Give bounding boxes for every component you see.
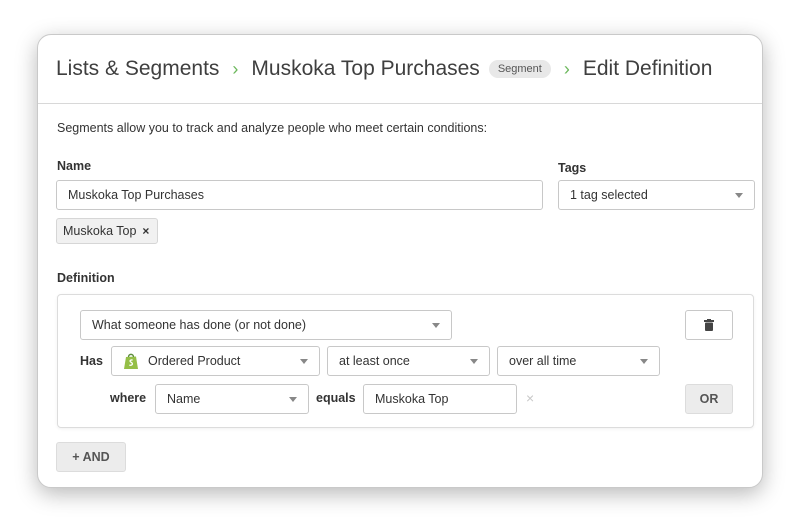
timeframe-select[interactable]: over all time <box>497 346 660 376</box>
name-input-value: Muskoka Top Purchases <box>68 188 204 202</box>
where-label: where <box>110 391 147 405</box>
has-label: Has <box>80 354 103 368</box>
property-value: Name <box>167 392 201 406</box>
chevron-right-icon: › <box>232 58 239 79</box>
breadcrumb-current: Edit Definition <box>582 57 713 80</box>
chevron-down-icon <box>470 359 478 364</box>
breadcrumb: Lists & Segments › Muskoka Top Purchases… <box>38 35 762 104</box>
property-value-text: Muskoka Top <box>375 392 449 406</box>
metric-value: Ordered Product <box>148 354 241 368</box>
name-input[interactable]: Muskoka Top Purchases <box>56 180 543 210</box>
chevron-down-icon <box>640 359 648 364</box>
remove-tag-icon[interactable]: × <box>142 224 149 238</box>
breadcrumb-lists-link[interactable]: Lists & Segments <box>56 57 219 81</box>
property-select[interactable]: Name <box>155 384 309 414</box>
definition-label: Definition <box>57 271 115 285</box>
tags-select[interactable]: 1 tag selected <box>558 180 755 210</box>
chevron-down-icon <box>432 323 440 328</box>
timeframe-value: over all time <box>509 354 577 368</box>
segment-editor-card: Lists & Segments › Muskoka Top Purchases… <box>37 34 763 488</box>
intro-text: Segments allow you to track and analyze … <box>57 121 488 135</box>
chevron-down-icon <box>735 193 743 198</box>
segment-badge: Segment <box>488 60 551 78</box>
or-button[interactable]: OR <box>685 384 733 414</box>
chevron-down-icon <box>300 359 308 364</box>
condition-group: What someone has done (or not done) Has … <box>57 294 754 428</box>
chevron-down-icon <box>289 397 297 402</box>
tags-label: Tags <box>558 161 587 175</box>
breadcrumb-segment-link[interactable]: Muskoka Top Purchases <box>251 57 479 81</box>
tag-chip: Muskoka Top × <box>56 218 159 244</box>
clear-filter-icon[interactable]: × <box>526 390 534 406</box>
metric-select[interactable]: Ordered Product <box>111 346 320 376</box>
shopify-bag-icon <box>124 353 138 369</box>
property-value-input[interactable]: Muskoka Top <box>363 384 517 414</box>
condition-type-value: What someone has done (or not done) <box>92 318 307 332</box>
name-label: Name <box>57 159 92 173</box>
delete-condition-button[interactable] <box>685 310 733 340</box>
add-and-condition-button[interactable]: + AND <box>56 442 126 472</box>
frequency-value: at least once <box>339 354 410 368</box>
tags-select-value: 1 tag selected <box>570 188 648 202</box>
frequency-select[interactable]: at least once <box>327 346 490 376</box>
equals-label: equals <box>316 391 356 405</box>
tag-chip-label: Muskoka Top <box>63 224 137 238</box>
chevron-right-icon: › <box>563 58 570 79</box>
condition-type-select[interactable]: What someone has done (or not done) <box>80 310 452 340</box>
trash-icon <box>704 319 714 331</box>
